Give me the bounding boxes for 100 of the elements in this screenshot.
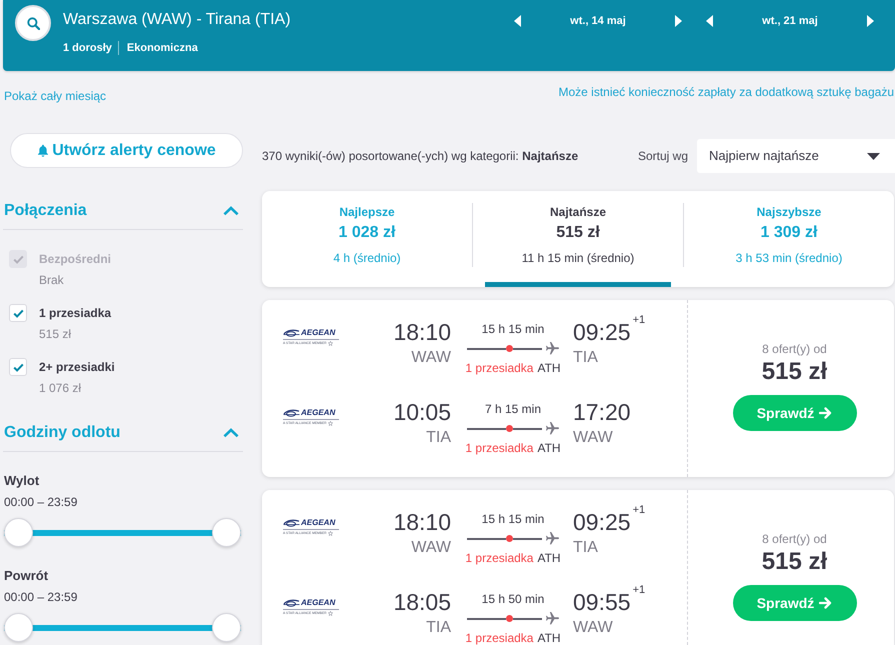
search-button[interactable] (15, 5, 51, 41)
checkbox[interactable] (9, 358, 27, 376)
stop-count: 1 przesiadka (465, 551, 534, 565)
route-line (513, 428, 542, 430)
route-line (467, 348, 506, 350)
stop-airport: ATH (537, 631, 561, 645)
slider-label: Powrót (4, 567, 50, 585)
airline-name: AEGEAN (301, 409, 336, 417)
offer-count: 8 ofert(y) od (762, 342, 827, 356)
route-line (467, 428, 506, 430)
airport-code: WAW (410, 539, 451, 557)
stop-dot-icon (506, 615, 513, 622)
chevron-up-icon[interactable] (223, 206, 239, 216)
arrow-right-icon (819, 597, 832, 609)
price-alert-button[interactable]: Utwórz alerty cenowe (10, 133, 243, 168)
chevron-up-icon[interactable] (223, 428, 239, 438)
plane-icon (546, 342, 559, 355)
caret-down-icon (867, 152, 880, 160)
checkmark-icon (12, 254, 24, 264)
sort-label: Sortuj wg (638, 148, 688, 164)
option-label: 2+ przesiadki (39, 359, 115, 376)
check-offer-button[interactable]: Sprawdź (732, 585, 856, 621)
departure-time: 10:05 (392, 399, 451, 425)
airport-code: TIA (573, 539, 599, 557)
arrival-time: 17:20 (573, 399, 631, 425)
sort-tab[interactable]: Najtańsze 515 zł 11 h 15 min (średnio) (485, 191, 671, 287)
day-offset: +1 (632, 585, 646, 596)
caret-right-icon[interactable] (866, 15, 874, 27)
airport-code: WAW (573, 429, 614, 447)
arrival-time: 09:55 (573, 589, 631, 615)
star-icon (328, 421, 333, 426)
airport-code: TIA (425, 619, 451, 637)
option-price: Brak (39, 272, 65, 289)
route-title: Warszawa (WAW) - Tirana (TIA) (63, 11, 291, 29)
day-offset: +1 (632, 505, 646, 516)
option-price: 515 zł (39, 326, 72, 343)
slider-track[interactable] (4, 613, 241, 642)
offer-count: 8 ofert(y) od (762, 532, 827, 546)
arrival-time: 09:25 (573, 319, 631, 345)
section-heading: Godziny odlotu (4, 423, 120, 443)
airport-code: TIA (425, 429, 451, 447)
airport-code: WAW (573, 619, 614, 637)
checkmark-icon (12, 308, 24, 318)
sort-dropdown[interactable]: Najpierw najtańsze (697, 139, 895, 173)
date-label[interactable]: wt., 14 maj (570, 15, 626, 27)
route-line (513, 538, 542, 540)
route-line (513, 348, 542, 350)
slider-track[interactable] (4, 518, 241, 547)
caret-right-icon[interactable] (674, 15, 682, 27)
bell-icon (37, 144, 50, 157)
flight-duration: 15 h 15 min (482, 512, 544, 526)
departure-time: 18:10 (392, 509, 451, 535)
star-icon (328, 531, 333, 536)
departure-time: 18:05 (392, 589, 451, 615)
price: 515 zł (762, 549, 828, 575)
month-view-link[interactable]: Pokaż cały miesiąc (4, 88, 106, 104)
stop-airport: ATH (537, 551, 561, 565)
caret-left-icon[interactable] (706, 15, 713, 27)
airline-name: AEGEAN (301, 599, 336, 607)
sort-tab[interactable]: Najlepsze 1 028 zł 4 h (średnio) (274, 191, 460, 287)
star-icon (328, 341, 333, 346)
caret-left-icon[interactable] (514, 15, 521, 27)
checkbox[interactable] (9, 304, 27, 322)
passenger-count: 1 dorosły (63, 42, 112, 54)
section-heading: Połączenia (4, 201, 87, 221)
emblem-icon (283, 409, 300, 417)
option-label: Bezpośredni (39, 251, 112, 268)
time-range: 00:00 – 23:59 (4, 494, 78, 511)
check-offer-button[interactable]: Sprawdź (732, 395, 856, 431)
plane-icon (546, 532, 559, 545)
stop-count: 1 przesiadka (465, 441, 534, 455)
option-label: 1 przesiadka (39, 305, 112, 322)
airline-name: AEGEAN (301, 519, 336, 527)
arrival-time: 09:25 (573, 509, 631, 535)
sort-tab[interactable]: Najszybsze 1 309 zł 3 h 53 min (średnio) (696, 191, 882, 287)
plane-icon (546, 422, 559, 435)
slider-handle[interactable] (212, 518, 241, 547)
slider-handle[interactable] (212, 613, 241, 642)
stop-airport: ATH (537, 361, 561, 375)
search-icon (26, 16, 40, 30)
flight-duration: 7 h 15 min (484, 402, 542, 416)
slider-handle[interactable] (4, 613, 33, 642)
stop-count: 1 przesiadka (465, 631, 534, 645)
star-icon (328, 611, 333, 616)
route-line (467, 618, 506, 620)
airport-code: WAW (410, 349, 451, 367)
price: 515 zł (762, 359, 828, 385)
slider-label: Wylot (4, 472, 40, 490)
results-summary: 370 wyniki(-ów) posortowane(-ych) wg kategorii: Najtańsze (262, 148, 580, 164)
route-line (467, 538, 506, 540)
flight-duration: 15 h 15 min (482, 322, 544, 336)
date-label[interactable]: wt., 21 maj (762, 15, 818, 27)
stop-dot-icon (506, 425, 513, 432)
stop-count: 1 przesiadka (465, 361, 534, 375)
stop-dot-icon (506, 345, 513, 352)
baggage-fee-link[interactable]: Może istnieć konieczność zapłaty za dodatkową sztukę bagażu (558, 84, 894, 100)
option-price: 1 076 zł (39, 380, 82, 397)
route-line (513, 618, 542, 620)
departure-time: 18:10 (392, 319, 451, 345)
slider-handle[interactable] (4, 518, 33, 547)
